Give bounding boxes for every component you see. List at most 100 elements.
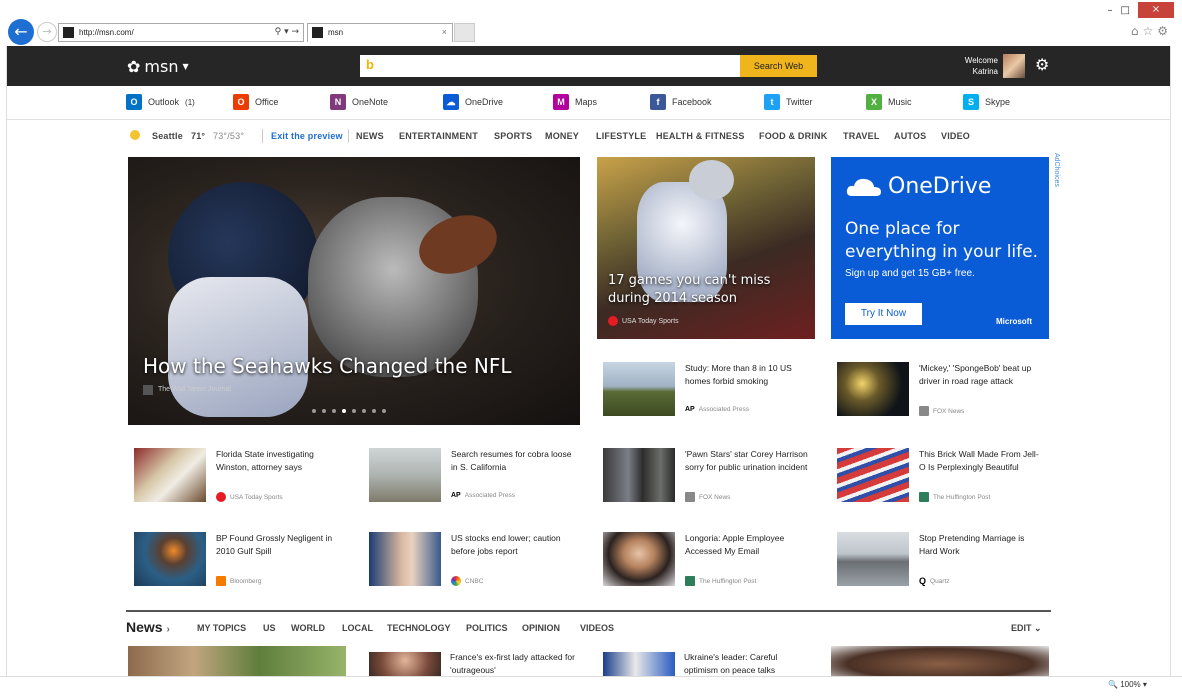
story-card[interactable]: This Brick Wall Made From Jell-O Is Perp… bbox=[831, 440, 1049, 510]
news-tab-videos[interactable]: VIDEOS bbox=[580, 623, 614, 633]
carousel-dots[interactable] bbox=[312, 409, 386, 413]
nav-autos[interactable]: AUTOS bbox=[894, 131, 926, 141]
app-link-music[interactable]: X Music bbox=[866, 94, 912, 110]
story-thumbnail[interactable] bbox=[831, 646, 1049, 676]
story-card[interactable]: Stop Pretending Marriage is Hard Work QQ… bbox=[831, 524, 1049, 594]
story-headline[interactable]: Stop Pretending Marriage is Hard Work bbox=[919, 532, 1045, 557]
avatar[interactable] bbox=[1003, 54, 1025, 78]
back-button[interactable]: ← bbox=[8, 19, 34, 45]
story-headline[interactable]: Florida State investigating Winston, att… bbox=[216, 448, 342, 473]
feature-story[interactable] bbox=[597, 157, 815, 339]
try-it-now-button[interactable]: Try It Now bbox=[845, 303, 922, 325]
carousel-dot[interactable] bbox=[362, 409, 366, 413]
carousel-dot[interactable] bbox=[332, 409, 336, 413]
app-link-onenote[interactable]: N OneNote bbox=[330, 94, 388, 110]
story-card[interactable]: BP Found Grossly Negligent in 2010 Gulf … bbox=[128, 524, 346, 594]
news-tab-my-topics[interactable]: MY TOPICS bbox=[197, 623, 246, 633]
search-input[interactable]: b bbox=[360, 55, 740, 77]
app-link-twitter[interactable]: t Twitter bbox=[764, 94, 813, 110]
carousel-dot[interactable] bbox=[322, 409, 326, 413]
carousel-dot[interactable] bbox=[312, 409, 316, 413]
huffington-post-icon bbox=[685, 576, 695, 586]
story-card[interactable]: US stocks end lower; caution before jobs… bbox=[363, 524, 581, 594]
story-card[interactable]: Florida State investigating Winston, att… bbox=[128, 440, 346, 510]
fox-news-icon bbox=[919, 406, 929, 416]
story-headline[interactable]: 'Pawn Stars' star Corey Harrison sorry f… bbox=[685, 448, 811, 473]
welcome-text: Welcome Katrina bbox=[948, 55, 998, 77]
close-window-icon[interactable]: × bbox=[1138, 2, 1174, 18]
nav-news[interactable]: NEWS bbox=[356, 131, 384, 141]
news-section-title[interactable]: News › bbox=[126, 619, 170, 635]
maximize-icon[interactable]: □ bbox=[1121, 5, 1130, 16]
story-headline[interactable]: Study: More than 8 in 10 US homes forbid… bbox=[685, 362, 811, 387]
gear-icon[interactable]: ⚙ bbox=[1035, 55, 1049, 74]
nav-travel[interactable]: TRAVEL bbox=[843, 131, 880, 141]
music-icon: X bbox=[866, 94, 882, 110]
minimize-icon[interactable]: – bbox=[1108, 5, 1113, 16]
tab-close-icon[interactable]: × bbox=[442, 24, 447, 41]
nav-health-fitness[interactable]: HEALTH & FITNESS bbox=[656, 131, 745, 141]
app-link-outlook[interactable]: O Outlook (1) bbox=[126, 94, 195, 110]
zoom-level[interactable]: 🔍 100% ▾ bbox=[1108, 680, 1147, 689]
story-thumbnail[interactable] bbox=[128, 646, 346, 676]
story-headline[interactable]: Longoria: Apple Employee Accessed My Ema… bbox=[685, 532, 811, 557]
story-headline[interactable]: US stocks end lower; caution before jobs… bbox=[451, 532, 577, 557]
app-link-maps[interactable]: M Maps bbox=[553, 94, 597, 110]
news-tab-world[interactable]: WORLD bbox=[291, 623, 325, 633]
exit-preview-link[interactable]: Exit the preview bbox=[271, 131, 343, 141]
hero-story[interactable] bbox=[128, 157, 580, 425]
news-tab-us[interactable]: US bbox=[263, 623, 276, 633]
story-thumbnail[interactable] bbox=[603, 652, 675, 676]
story-card[interactable]: 'Mickey,' 'SpongeBob' beat up driver in … bbox=[831, 354, 1049, 424]
edit-button[interactable]: EDIT ⌄ bbox=[1011, 623, 1042, 634]
carousel-dot[interactable] bbox=[372, 409, 376, 413]
weather-city[interactable]: Seattle bbox=[152, 131, 183, 141]
address-bar[interactable]: http://msn.com/ ⚲ ▾ → bbox=[58, 23, 304, 42]
nav-sports[interactable]: SPORTS bbox=[494, 131, 532, 141]
app-link-onedrive[interactable]: ☁ OneDrive bbox=[443, 94, 503, 110]
story-card[interactable]: Study: More than 8 in 10 US homes forbid… bbox=[597, 354, 815, 424]
story-thumbnail[interactable] bbox=[369, 652, 441, 676]
msn-logo[interactable]: ✿ msn ▼ bbox=[127, 57, 189, 76]
news-tab-local[interactable]: LOCAL bbox=[342, 623, 373, 633]
app-link-facebook[interactable]: f Facebook bbox=[650, 94, 712, 110]
nav-entertainment[interactable]: ENTERTAINMENT bbox=[399, 131, 478, 141]
carousel-dot[interactable] bbox=[352, 409, 356, 413]
nav-lifestyle[interactable]: LIFESTYLE bbox=[596, 131, 646, 141]
nav-money[interactable]: MONEY bbox=[545, 131, 579, 141]
carousel-dot-active[interactable] bbox=[342, 409, 346, 413]
new-tab-button[interactable] bbox=[454, 23, 475, 42]
app-label: Maps bbox=[575, 97, 598, 107]
browser-tab[interactable]: msn × bbox=[307, 23, 453, 42]
ad-tagline: One place for everything in your life. bbox=[845, 219, 1038, 262]
search-web-button[interactable]: Search Web bbox=[740, 55, 817, 77]
search-refresh-icon[interactable]: ⚲ ▾ → bbox=[275, 24, 299, 41]
story-headline[interactable]: 'Mickey,' 'SpongeBob' beat up driver in … bbox=[919, 362, 1045, 387]
zoom-value: 100% bbox=[1120, 680, 1141, 689]
nav-food-drink[interactable]: FOOD & DRINK bbox=[759, 131, 827, 141]
hero-title[interactable]: How the Seahawks Changed the NFL bbox=[143, 354, 512, 378]
feature-title[interactable]: 17 games you can't miss during 2014 seas… bbox=[608, 272, 778, 308]
story-card[interactable]: 'Pawn Stars' star Corey Harrison sorry f… bbox=[597, 440, 815, 510]
story-headline[interactable]: This Brick Wall Made From Jell-O Is Perp… bbox=[919, 448, 1045, 473]
story-headline[interactable]: Ukraine's leader: Careful optimism on pe… bbox=[684, 651, 810, 676]
app-link-office[interactable]: O Office bbox=[233, 94, 278, 110]
app-link-skype[interactable]: S Skype bbox=[963, 94, 1010, 110]
ad-subtext: Sign up and get 15 GB+ free. bbox=[845, 268, 975, 279]
news-tab-technology[interactable]: TECHNOLOGY bbox=[387, 623, 451, 633]
story-card[interactable]: Search resumes for cobra loose in S. Cal… bbox=[363, 440, 581, 510]
nav-video[interactable]: VIDEO bbox=[941, 131, 970, 141]
story-source: CNBC bbox=[465, 577, 484, 585]
browser-tools-icons[interactable]: ⌂☆⚙ bbox=[1131, 24, 1172, 38]
news-tab-opinion[interactable]: OPINION bbox=[522, 623, 560, 633]
story-headline[interactable]: France's ex-first lady attacked for 'out… bbox=[450, 651, 576, 676]
fox-news-icon bbox=[685, 492, 695, 502]
forward-button[interactable]: → bbox=[37, 22, 57, 42]
adchoices-icon[interactable]: AdChoices bbox=[1053, 153, 1060, 187]
story-headline[interactable]: BP Found Grossly Negligent in 2010 Gulf … bbox=[216, 532, 342, 557]
carousel-dot[interactable] bbox=[382, 409, 386, 413]
news-tab-politics[interactable]: POLITICS bbox=[466, 623, 508, 633]
story-headline[interactable]: Search resumes for cobra loose in S. Cal… bbox=[451, 448, 577, 473]
weather-range: 73°/53° bbox=[213, 131, 245, 141]
story-card[interactable]: Longoria: Apple Employee Accessed My Ema… bbox=[597, 524, 815, 594]
